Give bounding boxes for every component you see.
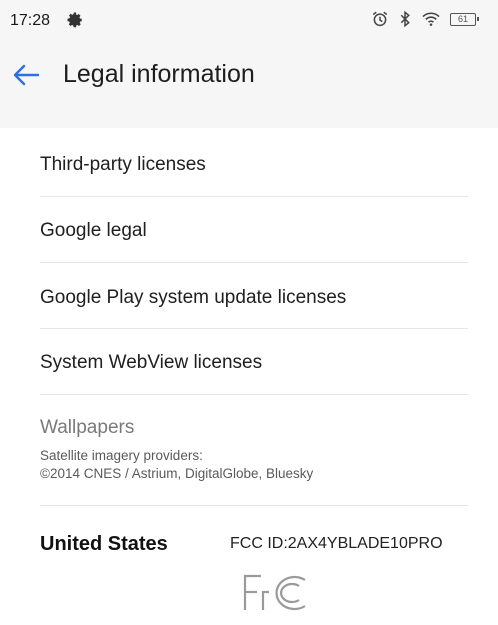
item-label: Google legal [40,220,147,241]
battery-icon: 61 [450,12,479,26]
back-arrow-icon[interactable] [12,63,40,87]
wallpapers-providers-heading: Satellite imagery providers: [40,448,203,463]
status-bar: 17:28 61 [0,0,498,42]
regulatory-country: United States [40,533,168,555]
system-webview-licenses-item[interactable]: System WebView licenses [0,329,498,394]
wallpapers-item: Wallpapers Satellite imagery providers: … [0,395,498,505]
wifi-icon [422,12,440,26]
settings-gear-icon [67,12,82,28]
fcc-logo [243,574,306,611]
third-party-licenses-item[interactable]: Third-party licenses [0,130,498,196]
item-label: Third-party licenses [40,154,206,175]
status-time: 17:28 [10,12,51,29]
fcc-id: FCC ID:2AX4YBLADE10PRO [230,535,443,552]
item-label: Google Play system update licenses [40,287,347,308]
google-play-system-update-licenses-item[interactable]: Google Play system update licenses [0,263,498,328]
bluetooth-icon [400,10,410,28]
google-legal-item[interactable]: Google legal [0,197,498,262]
divider [40,505,468,506]
alarm-icon [372,11,388,27]
status-icons: 61 [371,10,479,28]
wallpapers-providers-credits: ©2014 CNES / Astrium, DigitalGlobe, Blue… [40,466,314,481]
item-label: System WebView licenses [40,352,263,373]
page-title: Legal information [63,60,255,88]
wallpapers-label: Wallpapers [40,417,135,438]
